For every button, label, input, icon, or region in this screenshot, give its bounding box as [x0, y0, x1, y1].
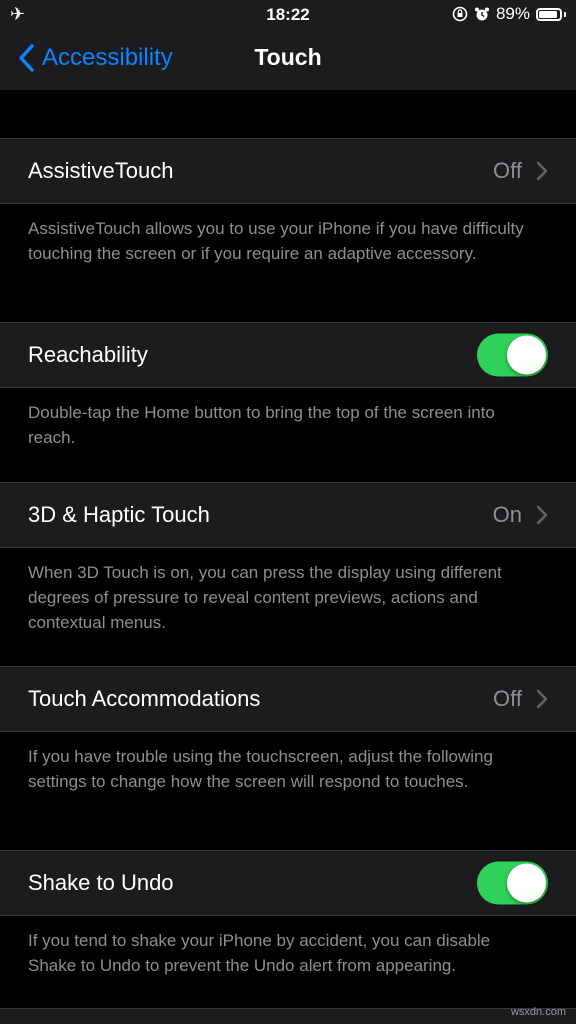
row-footer: When 3D Touch is on, you can press the d… [28, 563, 502, 632]
alarm-icon [474, 7, 489, 21]
settings-row-shake-to-undo: Shake to Undo [0, 850, 576, 916]
row-label: 3D & Haptic Touch [28, 502, 210, 527]
orientation-lock-icon [452, 6, 468, 22]
row-value: On [492, 502, 522, 527]
row-footer: If you tend to shake your iPhone by acci… [28, 931, 491, 975]
battery-icon [536, 7, 562, 21]
settings-row-3d-haptic-touch[interactable]: 3D & Haptic Touch On [0, 482, 576, 548]
toggle-knob [507, 863, 546, 903]
row-footer: Double-tap the Home button to bring the … [28, 403, 495, 447]
battery-fill [539, 10, 557, 18]
row-value: Off [493, 158, 522, 183]
battery-percent: 89% [495, 4, 530, 23]
row-label: Reachability [28, 342, 148, 367]
chevron-right-icon [536, 505, 548, 525]
reachability-toggle[interactable] [477, 333, 548, 377]
partial-settings-row [0, 1008, 576, 1024]
battery-tip [564, 11, 566, 17]
page-title: Touch [254, 44, 322, 70]
status-bar: ✈ 18:22 89% [0, 0, 576, 30]
navigation-bar: Accessibility Touch [0, 30, 576, 90]
row-footer: AssistiveTouch allows you to use your iP… [28, 219, 524, 263]
shake-to-undo-toggle[interactable] [477, 861, 548, 905]
row-label: Touch Accommodations [28, 686, 261, 711]
settings-row-touch-accommodations[interactable]: Touch Accommodations Off [0, 666, 576, 732]
chevron-right-icon [536, 161, 548, 181]
row-value: Off [493, 686, 522, 711]
settings-row-reachability: Reachability [0, 322, 576, 388]
row-label: AssistiveTouch [28, 158, 174, 183]
settings-row-assistivetouch[interactable]: AssistiveTouch Off [0, 138, 576, 204]
status-right: 89% [452, 4, 566, 24]
row-label: Shake to Undo [28, 870, 174, 895]
row-footer: If you have trouble using the touchscree… [28, 747, 493, 791]
chevron-right-icon [536, 689, 548, 709]
watermark: wsxdn.com [510, 1006, 566, 1018]
toggle-knob [507, 335, 546, 375]
